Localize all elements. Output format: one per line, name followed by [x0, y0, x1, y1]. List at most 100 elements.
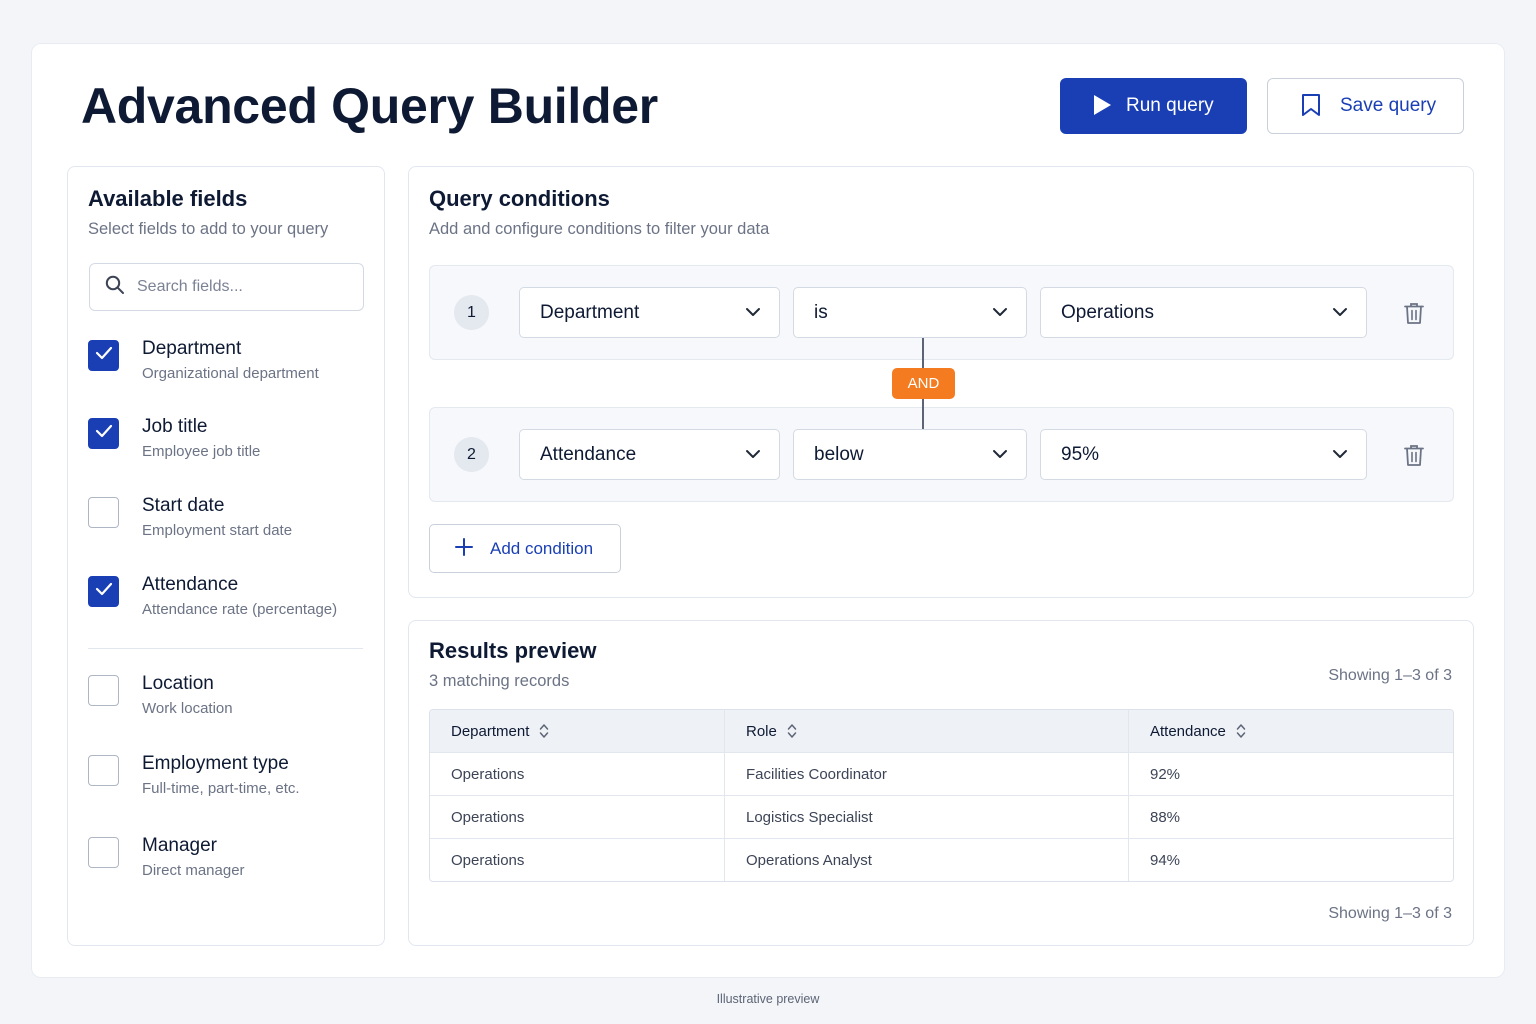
- chevron-down-icon: [745, 304, 761, 322]
- field-description: Attendance rate (percentage): [142, 601, 338, 618]
- field-description: Organizational department: [142, 365, 319, 382]
- search-box[interactable]: [89, 263, 364, 311]
- conditions-panel-subtitle: Add and configure conditions to filter y…: [429, 220, 770, 238]
- plus-icon: [454, 537, 474, 560]
- field-name: Job title: [142, 416, 208, 437]
- column-header-label: Attendance: [1150, 722, 1226, 740]
- operator-select[interactable]: is: [793, 287, 1027, 338]
- chevron-down-icon: [992, 446, 1008, 464]
- showing-range-top: Showing 1–3 of 3: [1328, 667, 1452, 684]
- sort-icon[interactable]: [787, 723, 797, 739]
- table-cell: Logistics Specialist: [724, 796, 1128, 838]
- field-description: Employee job title: [142, 443, 261, 460]
- field-item-manager[interactable]: Manager Direct manager: [88, 835, 378, 887]
- checkmark-icon: [95, 424, 113, 443]
- condition-row: 2 Attendance below 95%: [429, 407, 1454, 502]
- field-checkbox[interactable]: [88, 576, 119, 607]
- field-checkbox[interactable]: [88, 755, 119, 786]
- field-item-location[interactable]: Location Work location: [88, 673, 378, 725]
- operator-select-value: below: [814, 443, 864, 465]
- table-cell: Operations: [451, 808, 525, 826]
- field-name: Location: [142, 673, 214, 694]
- table-body: Operations Facilities Coordinator 92% Opera…: [430, 752, 1453, 881]
- trash-icon: [1402, 445, 1426, 471]
- field-item-employment-type[interactable]: Employment type Full-time, part-time, etc…: [88, 753, 378, 805]
- trash-icon: [1402, 303, 1426, 329]
- field-select[interactable]: Attendance: [519, 429, 780, 480]
- value-select[interactable]: Operations: [1040, 287, 1367, 338]
- delete-condition-button[interactable]: [1402, 443, 1426, 467]
- value-select[interactable]: 95%: [1040, 429, 1367, 480]
- available-fields-panel: Available fields Select fields to add to…: [67, 166, 385, 946]
- condition-number: 1: [454, 295, 489, 330]
- field-checkbox[interactable]: [88, 837, 119, 868]
- query-conditions-panel: Query conditions Add and configure condi…: [408, 166, 1474, 598]
- sort-icon[interactable]: [539, 723, 549, 739]
- field-checkbox[interactable]: [88, 418, 119, 449]
- results-panel-title: Results preview: [429, 638, 597, 663]
- run-query-button[interactable]: Run query: [1060, 78, 1247, 134]
- field-select-value: Attendance: [540, 443, 637, 465]
- chevron-down-icon: [1332, 304, 1348, 322]
- table-cell: Operations: [451, 765, 525, 783]
- and-connector-badge[interactable]: AND: [892, 368, 955, 399]
- footnote: Illustrative preview: [716, 992, 820, 1006]
- field-item-department[interactable]: Department Organizational department: [88, 338, 378, 390]
- sort-icon[interactable]: [1236, 723, 1246, 739]
- connector-line-bottom: [922, 398, 924, 429]
- field-description: Work location: [142, 700, 233, 717]
- field-checkbox[interactable]: [88, 340, 119, 371]
- column-header-department[interactable]: Department: [430, 710, 724, 752]
- table-cell: 94%: [1128, 839, 1453, 881]
- table-cell: 88%: [1128, 796, 1453, 838]
- conditions-panel-title: Query conditions: [429, 186, 610, 211]
- table-row[interactable]: Operations Operations Analyst 94%: [430, 838, 1453, 881]
- field-description: Direct manager: [142, 862, 245, 879]
- table-cell: 92%: [1128, 753, 1453, 795]
- search-icon: [105, 275, 125, 300]
- field-item-attendance[interactable]: Attendance Attendance rate (percentage): [88, 574, 378, 626]
- fields-panel-title: Available fields: [88, 186, 248, 211]
- fields-panel-subtitle: Select fields to add to your query: [88, 220, 329, 238]
- field-name: Attendance: [142, 574, 239, 595]
- operator-select-value: is: [814, 301, 828, 323]
- operator-select[interactable]: below: [793, 429, 1027, 480]
- field-item-job-title[interactable]: Job title Employee job title: [88, 416, 378, 468]
- checkmark-icon: [95, 582, 113, 601]
- table-header-row: Department Role Attendance: [430, 710, 1453, 752]
- search-input[interactable]: [137, 278, 357, 296]
- field-select[interactable]: Department: [519, 287, 780, 338]
- field-checkbox[interactable]: [88, 675, 119, 706]
- results-count: 3 matching records: [429, 672, 570, 690]
- value-select-value: 95%: [1061, 443, 1100, 465]
- page-title: Advanced Query Builder: [81, 78, 658, 134]
- field-checkbox[interactable]: [88, 497, 119, 528]
- column-header-role[interactable]: Role: [724, 710, 1128, 752]
- run-query-label: Run query: [1126, 95, 1214, 116]
- bookmark-icon: [1300, 93, 1322, 120]
- save-query-button[interactable]: Save query: [1267, 78, 1464, 134]
- field-select-value: Department: [540, 301, 640, 323]
- save-query-label: Save query: [1340, 95, 1437, 116]
- field-name: Manager: [142, 835, 217, 856]
- table-cell: Operations: [451, 851, 525, 869]
- table-row[interactable]: Operations Facilities Coordinator 92%: [430, 752, 1453, 795]
- chevron-down-icon: [745, 446, 761, 464]
- field-description: Employment start date: [142, 522, 293, 539]
- play-icon: [1092, 94, 1112, 119]
- add-condition-button[interactable]: Add condition: [429, 524, 621, 573]
- table-cell: Facilities Coordinator: [724, 753, 1128, 795]
- field-name: Start date: [142, 495, 225, 516]
- checkmark-icon: [95, 346, 113, 365]
- field-name: Employment type: [142, 753, 289, 774]
- fields-divider: [88, 648, 363, 649]
- chevron-down-icon: [1332, 446, 1348, 464]
- table-row[interactable]: Operations Logistics Specialist 88%: [430, 795, 1453, 838]
- field-item-start-date[interactable]: Start date Employment start date: [88, 495, 378, 547]
- add-condition-label: Add condition: [490, 538, 594, 558]
- condition-row: 1 Department is Operations: [429, 265, 1454, 360]
- column-header-attendance[interactable]: Attendance: [1128, 710, 1453, 752]
- delete-condition-button[interactable]: [1402, 301, 1426, 325]
- showing-range-bottom: Showing 1–3 of 3: [1328, 905, 1452, 922]
- results-preview-panel: Results preview 3 matching records Showi…: [408, 620, 1474, 946]
